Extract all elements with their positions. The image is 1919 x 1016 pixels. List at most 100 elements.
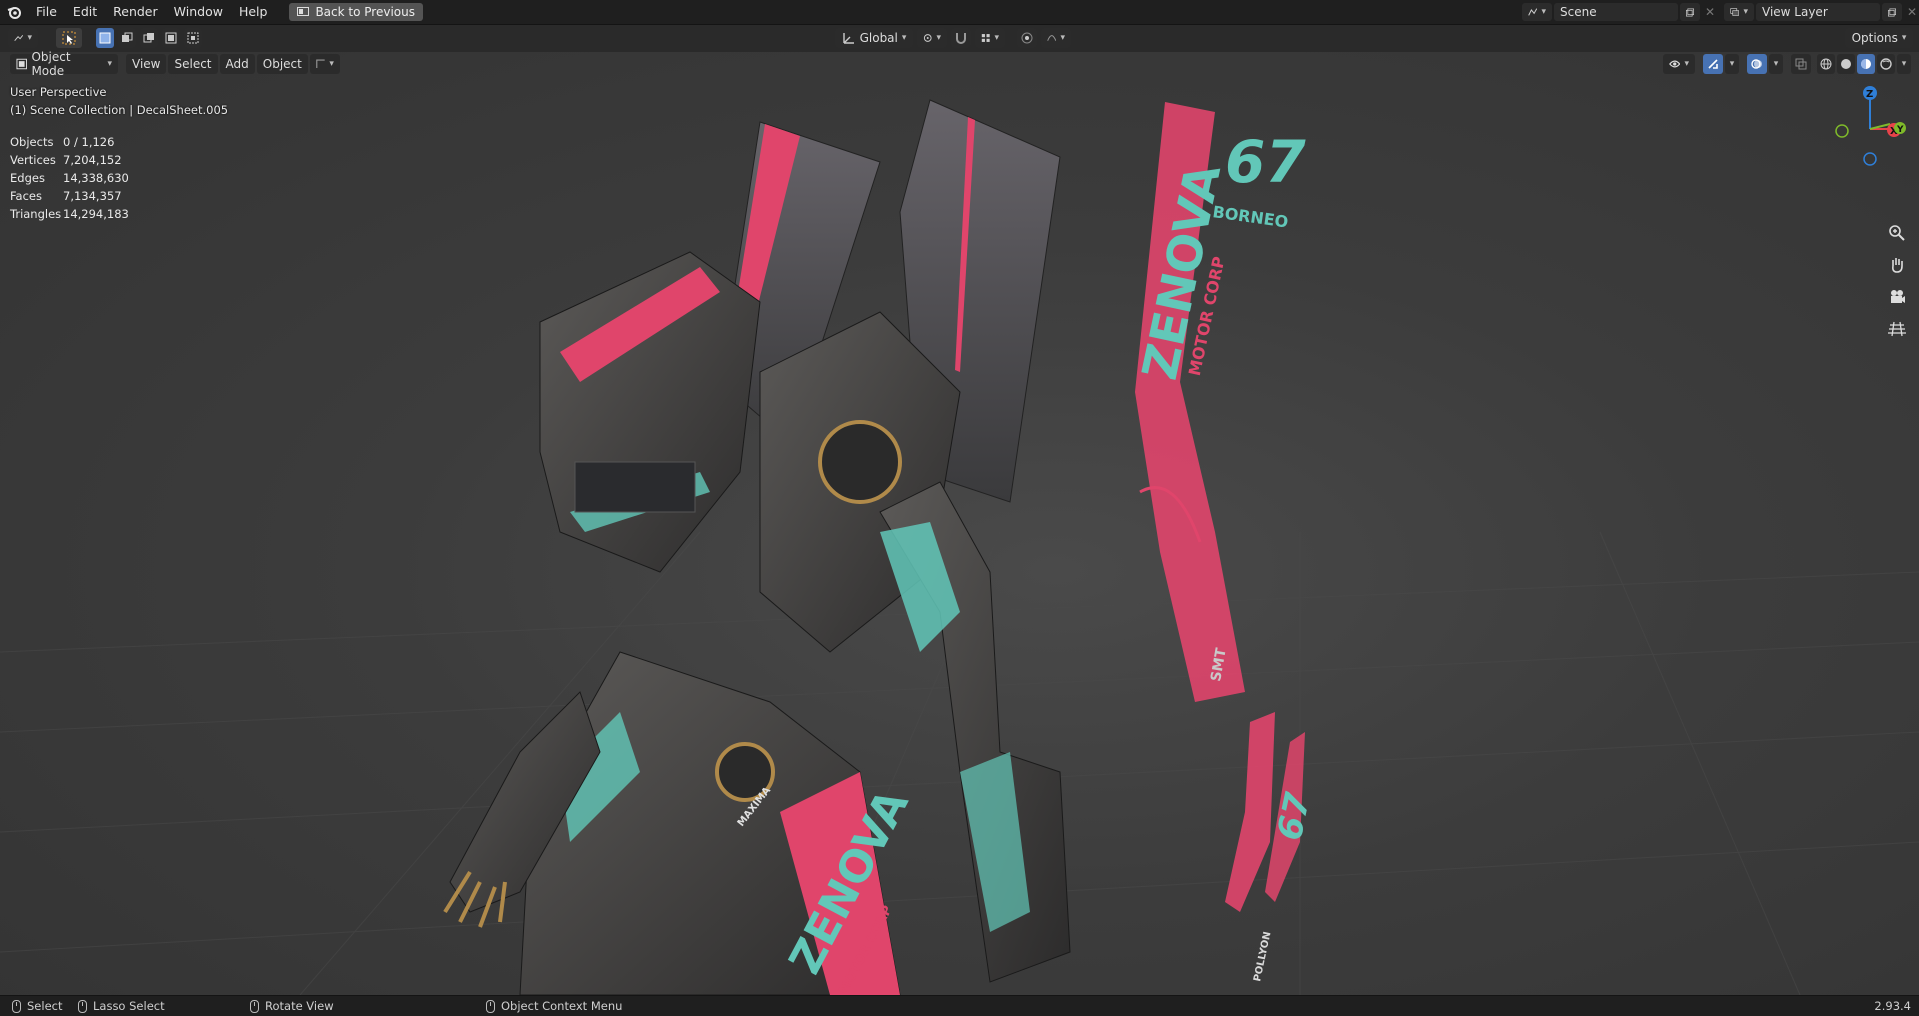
selection-mode-invert[interactable]	[162, 28, 180, 48]
proportional-falloff-dropdown[interactable]: ▾	[1041, 28, 1071, 48]
left-mouse-icon	[12, 999, 21, 1013]
decal-sheet: ZENOVA MOTOR CORP 67 BORNEO SMT 67 POLLY…	[736, 102, 1319, 995]
options-dropdown[interactable]: Options ▾	[1845, 28, 1913, 48]
selection-mode-subtract[interactable]	[140, 28, 158, 48]
overlays-icon	[1751, 59, 1762, 69]
transform-icon	[316, 59, 325, 68]
pan-hand-icon[interactable]	[1885, 254, 1909, 276]
shading-wireframe[interactable]	[1817, 54, 1835, 74]
scene-icon	[1528, 8, 1538, 16]
decal-name-text: BORNEO	[1211, 202, 1289, 231]
decal-pollyon-text: POLLYON	[1252, 931, 1273, 983]
gizmo-dropdown[interactable]: ▾	[1725, 54, 1739, 74]
select-tool-button[interactable]	[56, 28, 82, 48]
3d-viewport[interactable]: ZENOVA MOTOR CORP 67 BORNEO SMT 67 POLLY…	[0, 52, 1919, 995]
menu-object[interactable]: Object	[256, 54, 308, 74]
proportional-editing-toggle[interactable]	[1017, 28, 1037, 48]
select-extend-icon	[122, 32, 133, 42]
torso-brand-text: ZENOVA	[780, 782, 919, 983]
stat-faces: Faces 7,134,357	[10, 189, 122, 203]
camera-view-icon[interactable]	[1885, 286, 1909, 308]
menu-window[interactable]: Window	[166, 0, 231, 24]
show-overlays-toggle[interactable]	[1747, 54, 1767, 74]
stat-objects: Objects 0 / 1,126	[10, 135, 115, 149]
viewport-perspective-label: User Perspective	[10, 85, 107, 99]
status-bar: Select Lasso Select Rotate View Object C…	[0, 995, 1919, 1016]
show-gizmo-toggle[interactable]	[1703, 54, 1723, 74]
stat-edges: Edges 14,338,630	[10, 171, 129, 185]
overlays-dropdown[interactable]: ▾	[1769, 54, 1783, 74]
gizmo-y-label: Y	[1896, 125, 1904, 135]
options-label: Options	[1851, 31, 1898, 45]
editor-type-button[interactable]: ▾	[8, 28, 38, 48]
cursor-icon	[62, 31, 76, 45]
decal-number-small-text: 67	[1270, 789, 1319, 844]
status-rotate-label: Rotate View	[265, 999, 334, 1013]
screen-icon	[297, 7, 310, 16]
status-rotate: Rotate View	[250, 999, 334, 1013]
solid-sphere-icon	[1841, 59, 1851, 69]
shading-material-preview[interactable]	[1857, 54, 1875, 74]
new-scene-button[interactable]	[1680, 3, 1700, 21]
middle-mouse-icon	[250, 999, 259, 1013]
delete-view-layer-icon[interactable]: ✕	[1902, 5, 1919, 19]
pivot-point-dropdown[interactable]: ▾	[917, 28, 947, 48]
status-select: Select	[12, 999, 62, 1013]
menu-add[interactable]: Add	[219, 54, 255, 74]
falloff-icon	[1047, 35, 1057, 41]
gizmo-options-dropdown[interactable]: ▾	[309, 54, 340, 74]
shading-rendered[interactable]	[1877, 54, 1895, 74]
selection-mode-new[interactable]	[96, 28, 114, 48]
xray-toggle[interactable]	[1791, 54, 1811, 74]
object-mode-dropdown[interactable]: Object Mode ▾	[10, 50, 118, 78]
xray-icon	[1795, 58, 1807, 70]
view-layer-browse-button[interactable]: ▾	[1724, 3, 1754, 21]
delete-scene-icon[interactable]: ✕	[1700, 5, 1720, 19]
gizmo-icon	[1708, 59, 1718, 69]
orthographic-grid-icon[interactable]	[1885, 318, 1909, 340]
material-sphere-icon	[1861, 59, 1871, 69]
scene-browse-button[interactable]: ▾	[1522, 3, 1552, 21]
select-invert-icon	[165, 32, 177, 44]
menu-help[interactable]: Help	[231, 0, 276, 24]
blender-logo-icon[interactable]	[0, 0, 28, 24]
view-layer-icon	[1730, 8, 1740, 16]
view-layer-name-field[interactable]: View Layer	[1756, 3, 1880, 21]
transform-orientation-dropdown[interactable]: Global ▾	[835, 28, 913, 48]
menu-edit[interactable]: Edit	[65, 0, 105, 24]
scene-name-field[interactable]: Scene	[1554, 3, 1678, 21]
object-mode-icon	[16, 58, 27, 70]
view-layer-name: View Layer	[1762, 5, 1828, 19]
selection-mode-extend[interactable]	[118, 28, 136, 48]
wireframe-sphere-icon	[1820, 58, 1832, 70]
status-select-label: Select	[27, 999, 63, 1013]
snap-toggle[interactable]	[951, 28, 971, 48]
eye-icon	[1669, 60, 1681, 68]
pivot-icon	[923, 34, 932, 42]
navigation-gizmo[interactable]: Z X Y	[1830, 82, 1910, 172]
new-view-layer-button[interactable]	[1882, 3, 1902, 21]
menu-file[interactable]: File	[28, 0, 65, 24]
scene-name: Scene	[1560, 5, 1597, 19]
visibility-dropdown[interactable]: ▾	[1663, 54, 1695, 74]
menu-render[interactable]: Render	[105, 0, 166, 24]
status-context-label: Object Context Menu	[501, 999, 623, 1013]
shading-dropdown[interactable]: ▾	[1897, 54, 1911, 74]
status-lasso-label: Lasso Select	[93, 999, 165, 1013]
shoulder-maxima-text: MAXIMA	[736, 785, 774, 829]
menu-select[interactable]: Select	[168, 54, 218, 74]
back-to-previous-label: Back to Previous	[315, 5, 415, 19]
orientation-icon	[842, 33, 854, 44]
top-menu-bar: File Edit Render Window Help Back to Pre…	[0, 0, 1919, 25]
zoom-icon[interactable]	[1885, 222, 1909, 244]
snap-target-dropdown[interactable]: ▾	[975, 28, 1005, 48]
duplicate-icon	[1888, 8, 1896, 16]
selection-mode-intersect[interactable]	[184, 28, 202, 48]
shading-solid[interactable]	[1837, 54, 1855, 74]
viewport-icon	[14, 34, 24, 42]
back-to-previous-button[interactable]: Back to Previous	[289, 3, 423, 21]
select-subtract-icon	[143, 33, 154, 43]
magnet-icon	[956, 33, 966, 44]
menu-view[interactable]: View	[126, 54, 167, 74]
grid-snap-icon	[981, 34, 990, 42]
